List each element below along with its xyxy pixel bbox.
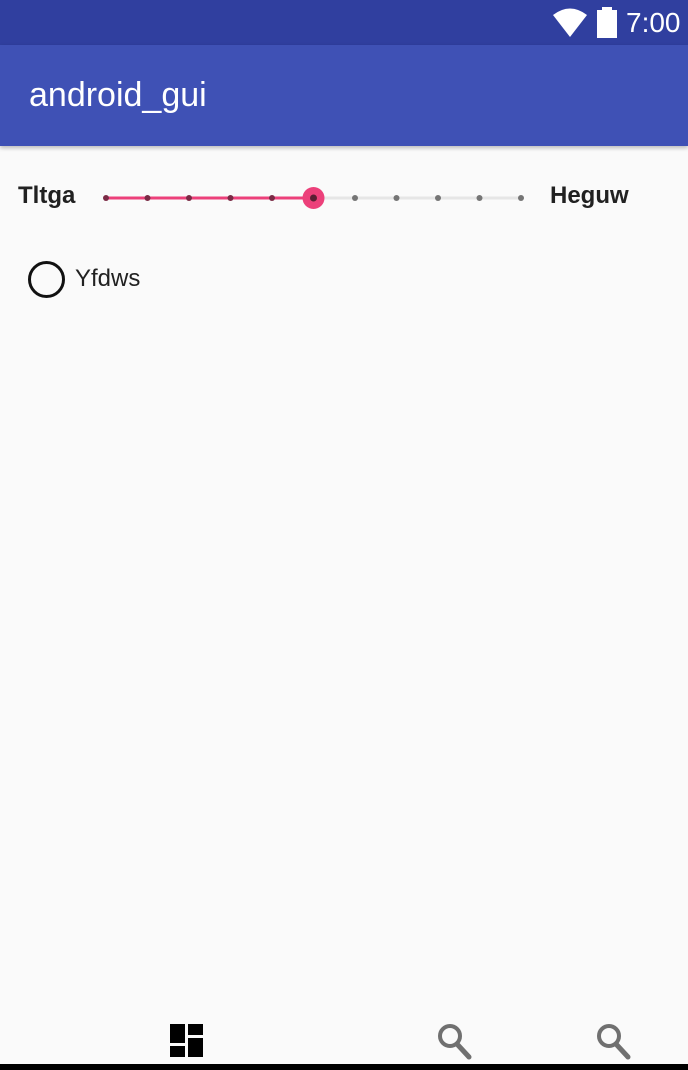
dashboard-icon[interactable] — [170, 1024, 204, 1063]
app-bar: android_gui — [0, 45, 688, 146]
slider-thumb-center — [310, 194, 317, 202]
slider-tick — [476, 195, 483, 201]
slider-tick — [103, 195, 109, 201]
battery-icon — [596, 7, 618, 44]
slider-tick — [435, 195, 441, 201]
slider-tick — [269, 195, 275, 201]
slider-min-label: Tltga — [18, 182, 76, 209]
slider-tick — [352, 195, 358, 201]
status-bar: 7:00 — [0, 0, 688, 45]
status-time: 7:00 — [626, 7, 681, 38]
search-icon[interactable] — [595, 1022, 631, 1065]
slider-tick — [144, 195, 151, 201]
slider-tick — [518, 195, 524, 201]
radio-label: Yfdws — [75, 265, 141, 292]
slider-tick — [186, 195, 192, 201]
slider-tick — [393, 195, 400, 201]
bottom-navigation — [0, 1010, 688, 1070]
slider-max-label: Heguw — [550, 182, 629, 209]
radio-option[interactable]: Yfdws — [28, 259, 140, 299]
slider-thumb[interactable] — [302, 187, 325, 209]
slider-tick — [227, 195, 234, 201]
search-icon[interactable] — [436, 1022, 472, 1065]
discrete-slider[interactable] — [90, 176, 540, 220]
system-nav-bar — [0, 1064, 688, 1070]
app-title: android_gui — [29, 76, 207, 114]
screen: 7:00 android_gui Tltga Heguw Yfdws — [0, 0, 688, 1070]
radio-button-icon[interactable] — [28, 260, 65, 298]
wifi-icon — [552, 8, 588, 43]
